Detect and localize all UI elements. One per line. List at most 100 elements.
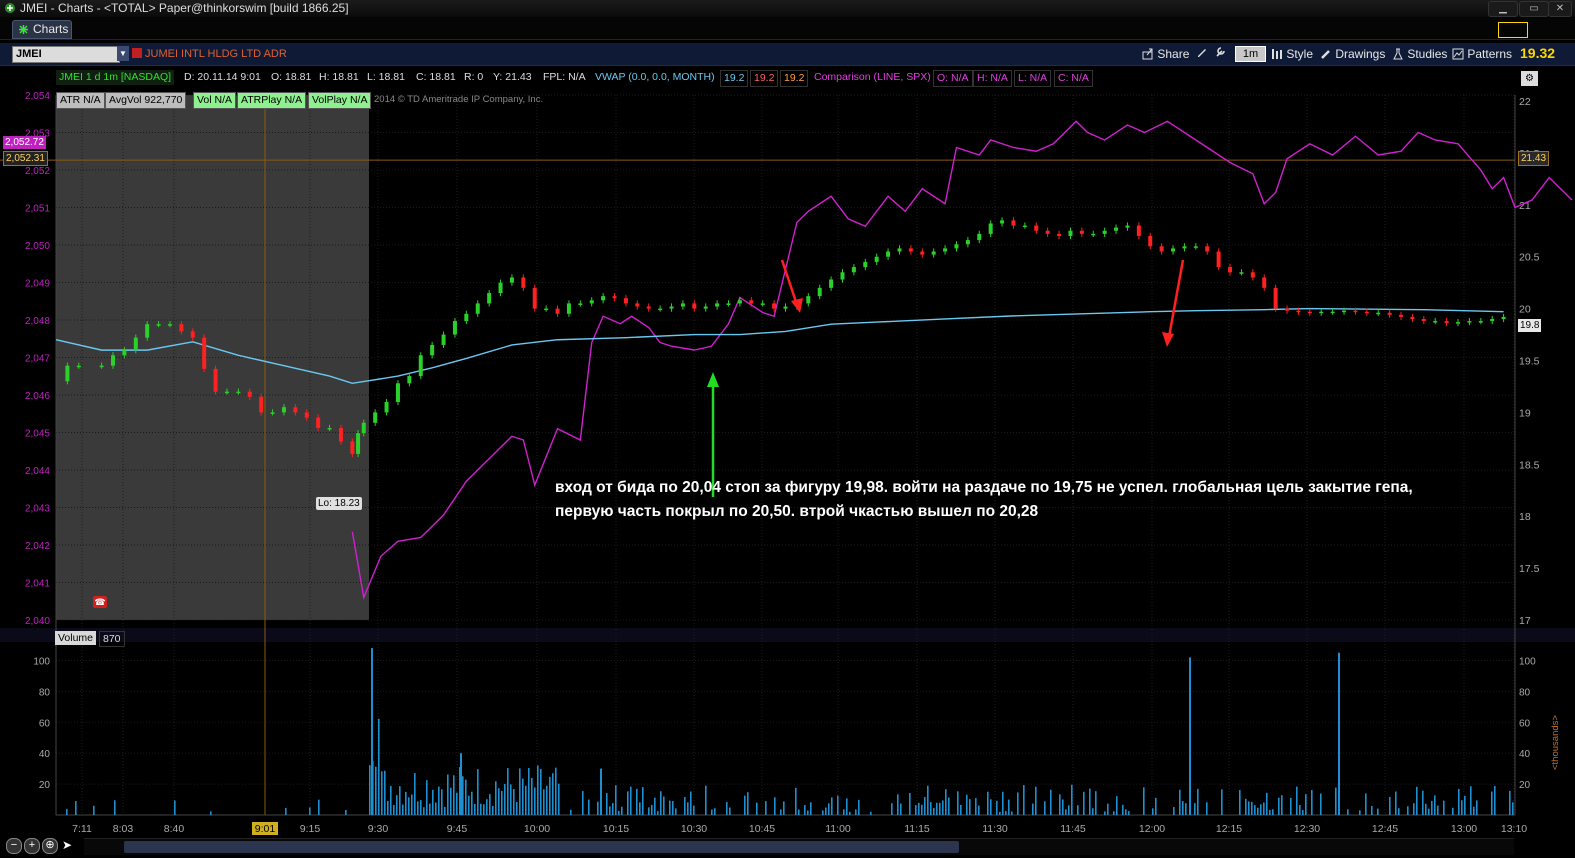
volume-bar xyxy=(1461,800,1463,815)
maximize-button[interactable]: ▭ xyxy=(1519,1,1549,17)
volume-bar xyxy=(1470,786,1472,815)
volume-bar xyxy=(1347,809,1349,815)
volume-bar xyxy=(936,802,938,815)
volume-bar xyxy=(423,807,425,815)
volume-bar xyxy=(1062,799,1064,815)
volume-bar xyxy=(828,803,830,815)
volume-bar xyxy=(726,802,728,815)
zoom-in-button[interactable]: + xyxy=(24,838,40,854)
candle-down xyxy=(555,308,560,314)
patterns-button[interactable]: Patterns xyxy=(1452,46,1512,62)
volume-bar xyxy=(1425,803,1427,815)
study-atr[interactable]: ATR N/A xyxy=(56,92,105,109)
volume-bar xyxy=(1422,790,1424,815)
candle-down xyxy=(213,368,218,392)
candle-down xyxy=(1216,251,1221,268)
volume-bar xyxy=(1071,784,1073,815)
y-level-label: 21.43 xyxy=(1518,151,1550,166)
study-avgvol[interactable]: AvgVol 922,770 xyxy=(105,92,187,109)
exit2-arrow-shaft xyxy=(1167,259,1185,338)
right-tick-label: 17.5 xyxy=(1519,563,1540,575)
minimize-button[interactable]: ▁ xyxy=(1488,1,1518,17)
share-button[interactable]: Share xyxy=(1142,46,1189,62)
volume-bar xyxy=(537,765,539,815)
candle-up xyxy=(1478,321,1483,323)
thinkorswim-logo-icon xyxy=(5,3,15,13)
volume-bar xyxy=(927,785,929,815)
left-tick-label: 2,047 xyxy=(25,354,50,365)
studies-flask-icon xyxy=(1393,48,1403,60)
volume-tick-label-right: 60 xyxy=(1519,718,1531,729)
price-chart[interactable]: 7:11 8:03 8:40 9:01 9:15 9:30 9:45 10:00 10:15 10… xyxy=(0,65,1575,838)
volume-bar xyxy=(498,788,500,815)
chart-toolbar: JMEI ▼ JUMEI INTL HLDG LTD ADR Share 1m … xyxy=(0,43,1575,66)
left-tick-label: 2,046 xyxy=(25,391,50,402)
candle-down xyxy=(1444,321,1449,324)
volume-bar xyxy=(1278,797,1280,815)
volume-bar xyxy=(285,807,287,815)
candle-down xyxy=(1079,230,1084,234)
left-tick-label: 2,048 xyxy=(25,316,50,327)
volume-bar xyxy=(987,791,989,815)
symbol-dropdown-button[interactable]: ▼ xyxy=(117,46,129,61)
tab-charts-label: Charts xyxy=(33,22,69,36)
volume-tick-label-left: 40 xyxy=(39,749,51,760)
exit1-arrow-head xyxy=(791,298,803,313)
studies-button[interactable]: Studies xyxy=(1392,46,1447,62)
volume-spike-bar xyxy=(1189,657,1191,815)
tools-button[interactable] xyxy=(1214,46,1228,62)
volume-bar xyxy=(1311,789,1313,815)
zoom-fit-button[interactable]: ⊕ xyxy=(42,838,58,854)
volume-bar xyxy=(990,799,992,815)
study-atrplay[interactable]: ATRPlay N/A xyxy=(237,92,307,109)
candle-up xyxy=(1000,220,1005,224)
study-volplay[interactable]: VolPlay N/A xyxy=(308,92,372,109)
candle-up xyxy=(840,272,845,280)
volume-bar xyxy=(486,799,488,815)
candle-up xyxy=(1433,321,1438,323)
layout-indicator[interactable] xyxy=(1498,22,1528,38)
x-tick-label: 8:40 xyxy=(164,823,185,835)
candle-up xyxy=(1467,321,1472,323)
candle-up xyxy=(464,313,469,322)
volume-bar xyxy=(957,791,959,815)
study-vol[interactable]: Vol N/A xyxy=(193,92,237,109)
tab-charts[interactable]: Charts xyxy=(12,20,72,39)
edit-settings-button[interactable] xyxy=(1196,46,1210,62)
candle-up xyxy=(407,376,412,384)
alert-phone-icon[interactable]: ☎ xyxy=(93,596,107,608)
candle-up xyxy=(1022,225,1027,228)
volume-bar xyxy=(1389,797,1391,815)
volume-bar xyxy=(1473,806,1475,815)
zoom-out-button[interactable]: − xyxy=(6,838,22,854)
volume-bar xyxy=(1443,800,1445,815)
right-tick-label: 19.5 xyxy=(1519,356,1540,368)
drawings-button[interactable]: Drawings xyxy=(1320,46,1385,62)
volume-bar xyxy=(570,809,572,815)
volume-bar xyxy=(405,791,407,815)
cursor-mode-icon[interactable]: ➤ xyxy=(62,838,76,852)
candle-up xyxy=(509,277,514,283)
candle-down xyxy=(350,441,355,454)
right-tick-label: 18.5 xyxy=(1519,459,1540,471)
scrollbar-thumb[interactable] xyxy=(124,841,959,853)
timeframe-selector[interactable]: 1m xyxy=(1235,46,1266,62)
style-button[interactable]: Style xyxy=(1271,46,1313,62)
close-button[interactable]: ✕ xyxy=(1548,1,1572,17)
window-title-bar: JMEI - Charts - <TOTAL> Paper@thinkorswi… xyxy=(0,0,1575,17)
volume-bar xyxy=(528,768,530,815)
volume-bar xyxy=(615,785,617,815)
candle-up xyxy=(988,223,993,234)
volume-bar xyxy=(399,786,401,815)
volume-bar xyxy=(402,804,404,815)
candle-up xyxy=(897,248,902,252)
candle-up xyxy=(441,334,446,345)
volume-bar xyxy=(846,798,848,815)
symbol-input[interactable]: JMEI xyxy=(12,46,120,63)
volume-bar xyxy=(558,783,560,815)
candle-up xyxy=(943,248,948,252)
horizontal-scrollbar[interactable] xyxy=(84,838,1514,855)
comparison-line xyxy=(351,120,1573,600)
volume-bar xyxy=(669,800,671,815)
volume-bar xyxy=(1458,788,1460,815)
